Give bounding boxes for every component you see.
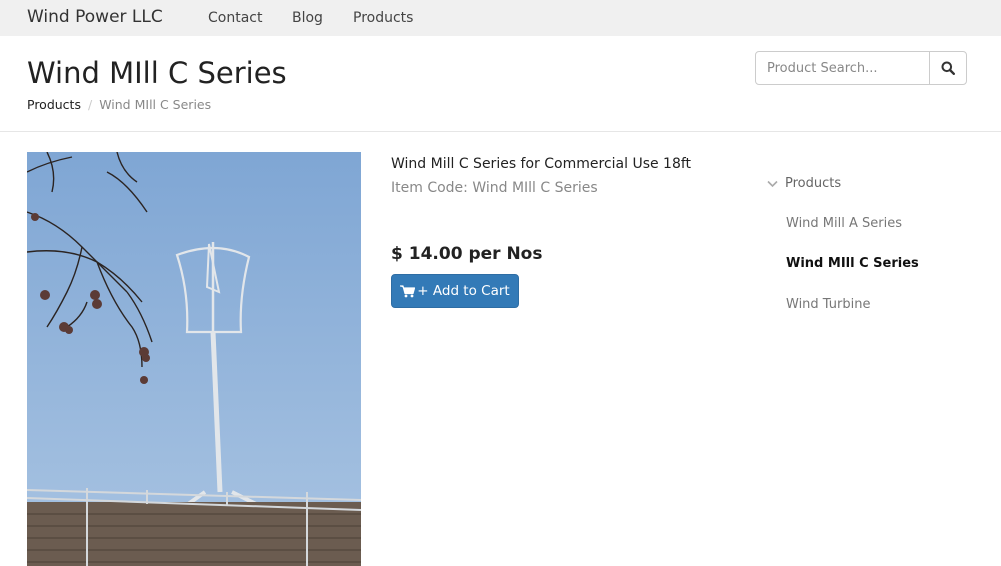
page-title: Wind MIll C Series <box>27 56 287 90</box>
breadcrumb-products-link[interactable]: Products <box>27 97 81 112</box>
item-code: Item Code: Wind MIll C Series <box>391 180 598 196</box>
product-name: Wind Mill C Series for Commercial Use 18… <box>391 156 692 172</box>
shopping-cart-icon <box>400 284 416 298</box>
nav-link-products[interactable]: Products <box>353 10 413 26</box>
product-image <box>27 152 361 566</box>
search-button[interactable] <box>929 52 966 84</box>
brand-logo-text[interactable]: Wind Power LLC <box>27 7 163 27</box>
header-divider <box>0 131 1001 132</box>
breadcrumb: Products / Wind MIll C Series <box>27 97 211 112</box>
nav-link-blog[interactable]: Blog <box>292 10 323 26</box>
product-search <box>755 51 967 85</box>
breadcrumb-current: Wind MIll C Series <box>99 97 212 112</box>
breadcrumb-separator: / <box>87 97 93 112</box>
nav-link-contact[interactable]: Contact <box>208 10 262 26</box>
chevron-down-icon <box>767 180 778 188</box>
add-to-cart-label: + Add to Cart <box>417 283 510 299</box>
sidebar-heading-label: Products <box>785 176 842 191</box>
add-to-cart-button[interactable]: + Add to Cart <box>391 274 519 308</box>
product-price: $ 14.00 per Nos <box>391 244 543 264</box>
sidebar-item-wind-mill-a-series[interactable]: Wind Mill A Series <box>786 216 902 231</box>
sidebar-heading-products[interactable]: Products <box>767 176 841 191</box>
sidebar-item-wind-mill-c-series[interactable]: Wind MIll C Series <box>786 256 919 271</box>
search-input[interactable] <box>756 52 929 84</box>
top-navbar: Wind Power LLC Contact Blog Products <box>0 0 1001 36</box>
sidebar-item-wind-turbine[interactable]: Wind Turbine <box>786 297 870 312</box>
search-icon <box>941 61 955 75</box>
